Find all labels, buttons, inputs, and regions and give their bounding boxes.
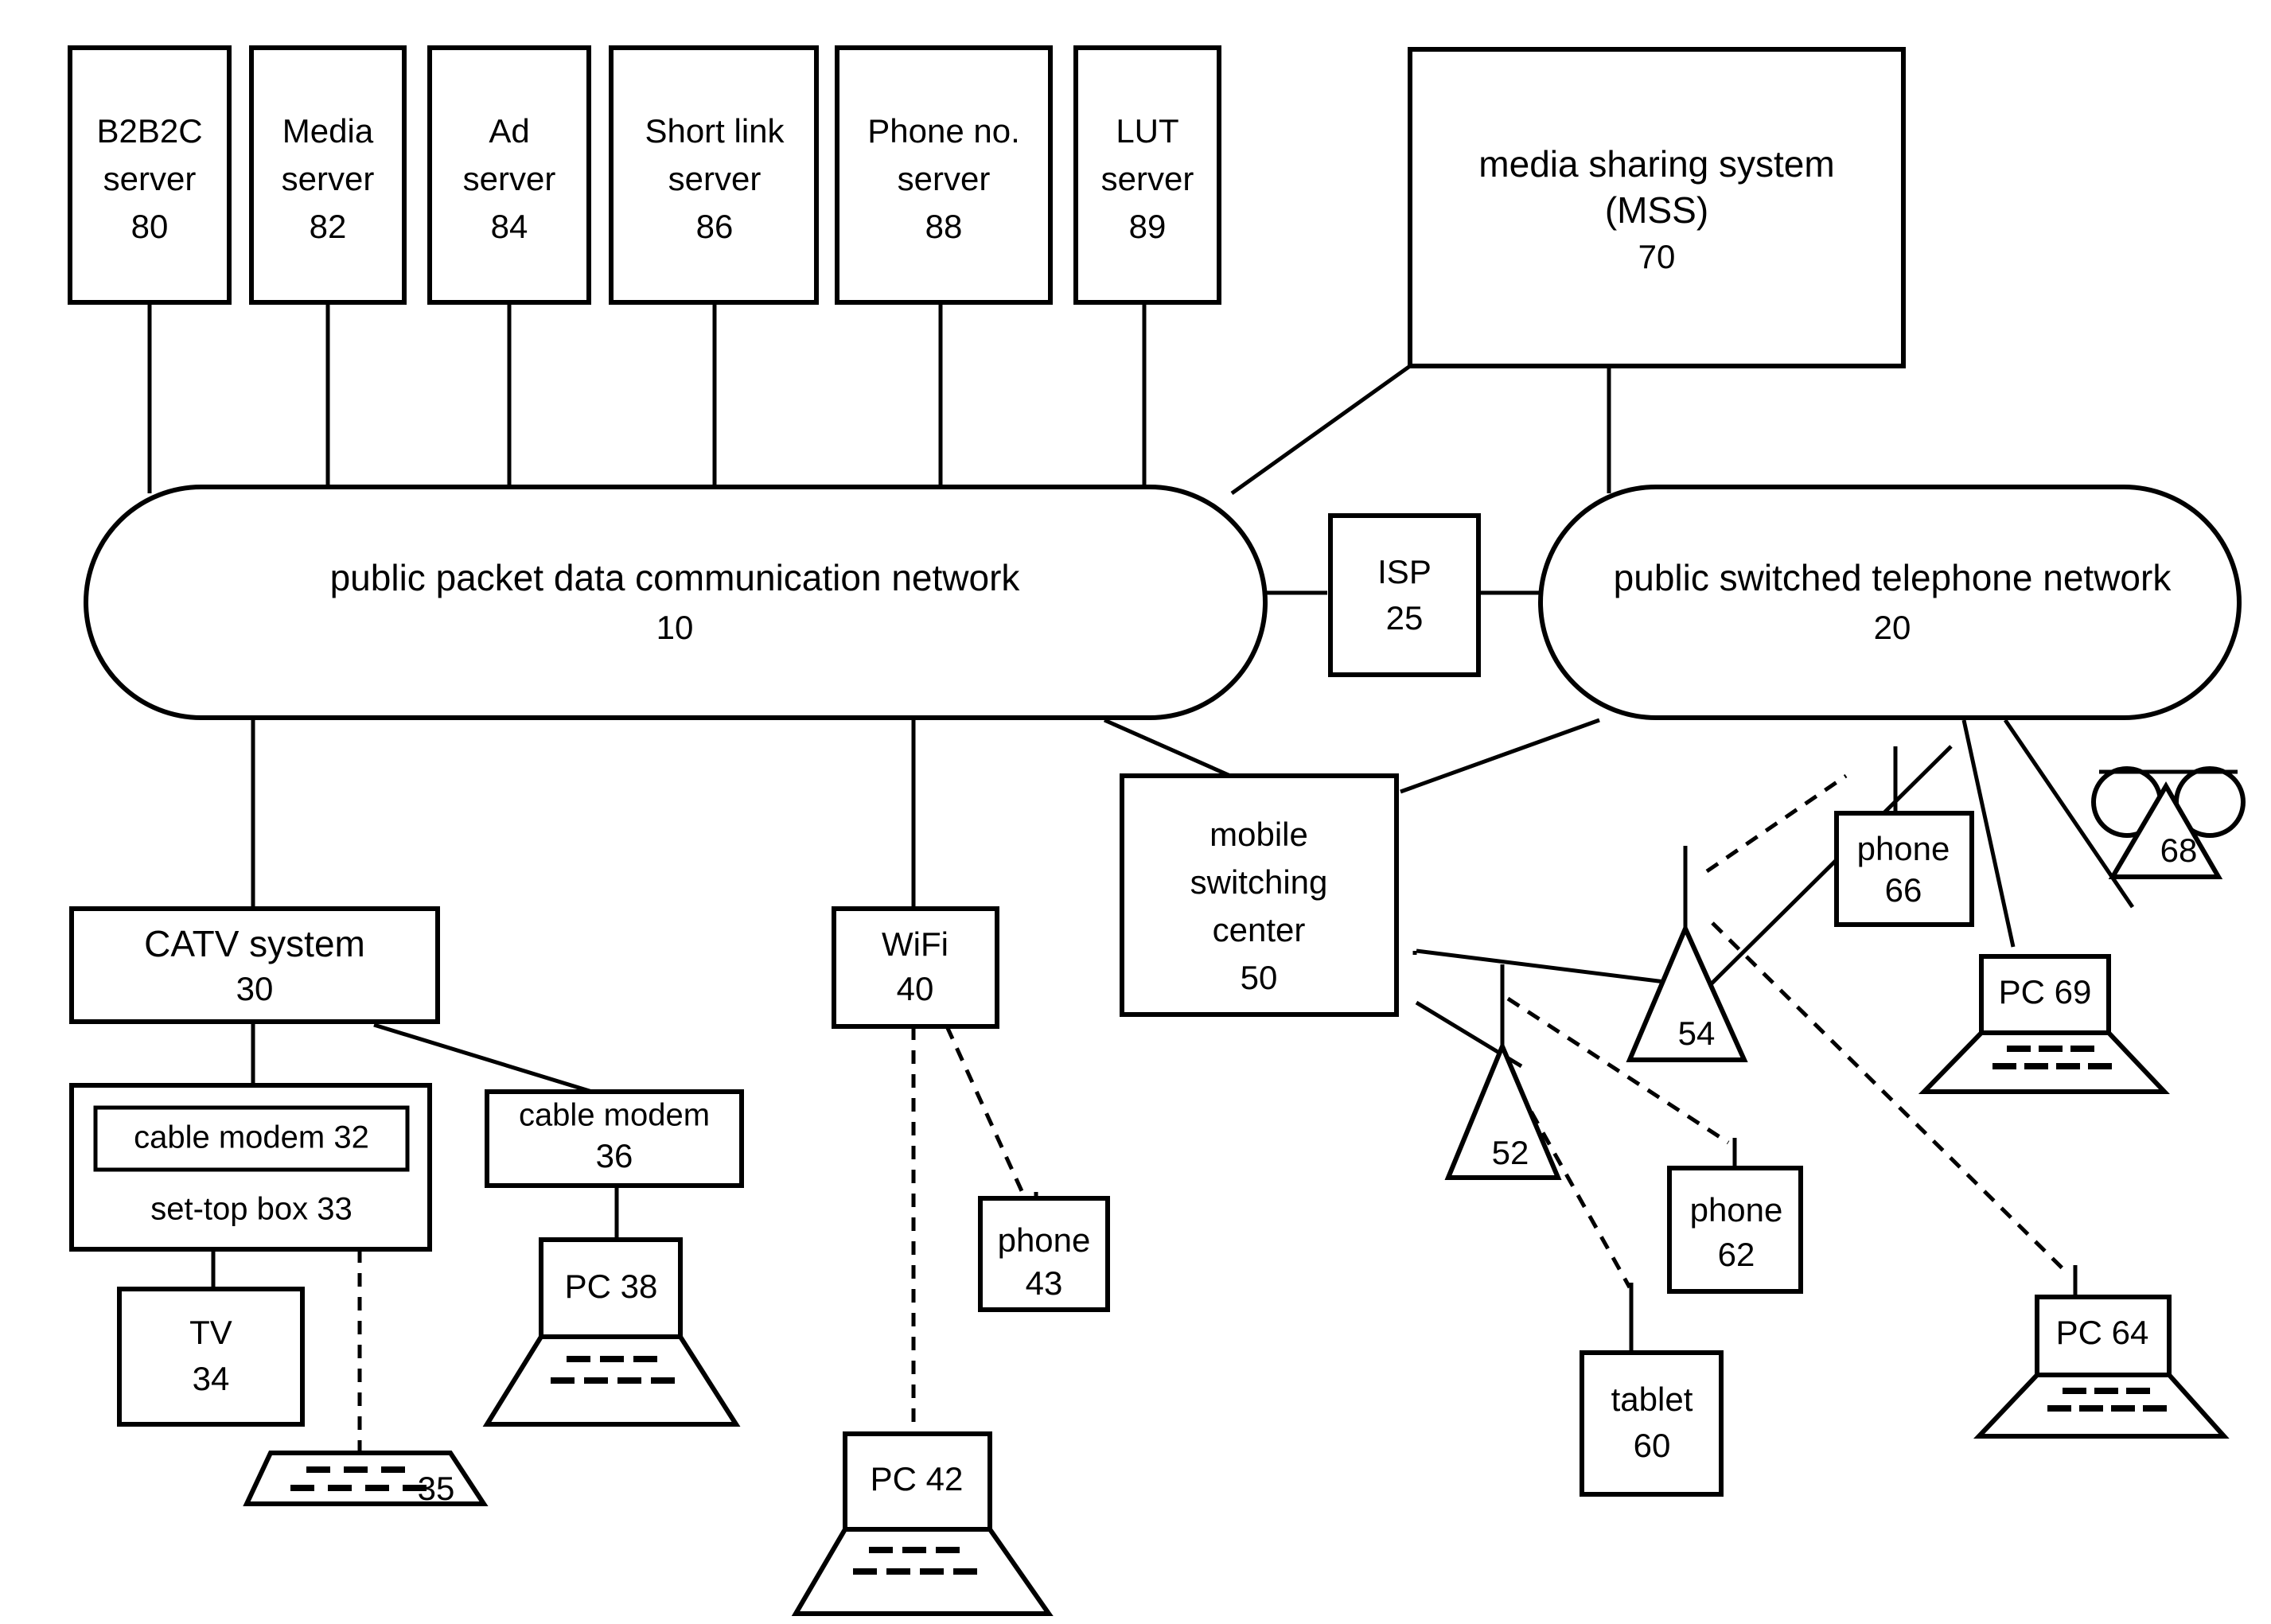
catv-num: 30	[236, 970, 274, 1007]
tv-34-box[interactable]: TV 34	[117, 1287, 305, 1427]
isp-num: 25	[1386, 599, 1424, 637]
set-top-box-33[interactable]: cable modem 32 set-top box 33	[69, 1083, 432, 1252]
cable-modem-36-num: 36	[596, 1137, 633, 1174]
tablet-60-line1: tablet	[1611, 1381, 1693, 1418]
phone-43-box[interactable]: phone 43	[978, 1192, 1110, 1312]
server-89-num: 89	[1129, 208, 1167, 245]
server-box-media[interactable]: Media server 82	[249, 45, 407, 305]
pc-42-label: PC 42	[871, 1460, 964, 1497]
pc-64-laptop[interactable]: PC 64	[1973, 1265, 2230, 1439]
server-88-line1: Phone no.	[867, 112, 1020, 150]
tv-34-line1: TV	[189, 1314, 232, 1351]
wifi-40-line1: WiFi	[882, 925, 949, 963]
server-89-line1: LUT	[1116, 112, 1178, 150]
isp-box[interactable]: ISP 25	[1328, 513, 1481, 677]
isp-label: ISP	[1377, 553, 1432, 590]
pc-64-label: PC 64	[2056, 1314, 2149, 1351]
link-msc-tower54-a	[1416, 948, 1704, 989]
mss-line1: media sharing system	[1478, 143, 1834, 185]
server-80-line2: server	[103, 160, 197, 197]
server-89-line2: server	[1101, 160, 1194, 197]
phone-66-line1: phone	[1857, 830, 1950, 867]
phone-62-box[interactable]: phone 62	[1667, 1138, 1803, 1294]
phone-62-line1: phone	[1690, 1191, 1783, 1229]
keyboard-35-num: 35	[418, 1470, 455, 1507]
server-80-num: 80	[131, 208, 169, 245]
phone-66-num: 66	[1885, 871, 1922, 909]
pc-69-laptop[interactable]: PC 69	[1918, 954, 2170, 1094]
mss-num: 70	[1638, 238, 1676, 275]
ppdcn-num: 10	[656, 609, 694, 646]
cell-tower-54[interactable]: 54	[1626, 846, 1748, 1062]
ppdcn-cloud[interactable]: public packet data communication network…	[84, 485, 1268, 720]
link-wifi-phone43	[945, 1025, 1029, 1203]
msc-num: 50	[1241, 959, 1278, 996]
tablet-60-num: 60	[1634, 1427, 1671, 1464]
pstn-num: 20	[1874, 609, 1911, 646]
phone-43-line1: phone	[998, 1221, 1091, 1259]
diagram-canvas: B2B2C server 80 Media server 82 Ad serve…	[0, 0, 2271, 1624]
server-82-num: 82	[310, 208, 347, 245]
msc-line3: center	[1213, 911, 1306, 948]
tv-34-num: 34	[193, 1360, 230, 1397]
server-88-line2: server	[898, 160, 991, 197]
server-86-line2: server	[668, 160, 762, 197]
pstn-cloud[interactable]: public switched telephone network 20	[1538, 485, 2242, 720]
pstn-label: public switched telephone network	[1614, 557, 2172, 598]
set-top-box-33-label: set-top box 33	[150, 1192, 353, 1227]
tower-54-num: 54	[1678, 1015, 1716, 1052]
keyboard-35[interactable]: 35	[243, 1451, 489, 1507]
cable-modem-36-line1: cable modem	[519, 1098, 710, 1133]
cable-modem-32-label: cable modem 32	[134, 1120, 369, 1155]
ppdcn-label: public packet data communication network	[330, 557, 1021, 598]
msc-line2: switching	[1190, 863, 1328, 901]
catv-label: CATV system	[144, 923, 365, 964]
server-86-line1: Short link	[645, 112, 785, 150]
server-box-shortlink[interactable]: Short link server 86	[609, 45, 819, 305]
link-pstn-msc	[1400, 718, 1600, 794]
mobile-switching-center-box[interactable]: mobile switching center 50	[1120, 773, 1399, 1017]
media-sharing-system-box[interactable]: media sharing system (MSS) 70	[1408, 47, 1906, 368]
server-86-num: 86	[696, 208, 734, 245]
pc-38-laptop[interactable]: PC 38	[482, 1237, 741, 1427]
phone-66-box[interactable]: phone 66	[1834, 746, 1974, 927]
pc-69-label: PC 69	[1999, 973, 2092, 1011]
phone-43-num: 43	[1026, 1264, 1063, 1302]
wifi-40-box[interactable]: WiFi 40	[832, 906, 999, 1029]
link-mss-ppdcn	[1230, 364, 1412, 496]
server-82-line2: server	[282, 160, 375, 197]
msc-line1: mobile	[1210, 816, 1308, 853]
antenna-68-num: 68	[2160, 831, 2198, 869]
cable-modem-36-box[interactable]: cable modem 36	[485, 1089, 744, 1188]
server-88-num: 88	[925, 208, 963, 245]
server-box-lut[interactable]: LUT server 89	[1073, 45, 1221, 305]
server-box-ad[interactable]: Ad server 84	[427, 45, 591, 305]
tablet-60-box[interactable]: tablet 60	[1580, 1283, 1724, 1497]
catv-system-box[interactable]: CATV system 30	[69, 906, 440, 1024]
cell-tower-52[interactable]: 52	[1444, 964, 1562, 1180]
server-84-line1: Ad	[489, 112, 529, 150]
tower-52-num: 52	[1492, 1134, 1529, 1171]
server-84-num: 84	[491, 208, 528, 245]
server-box-b2b2c[interactable]: B2B2C server 80	[68, 45, 232, 305]
mss-line2: (MSS)	[1605, 189, 1708, 231]
antenna-68[interactable]: 68	[2091, 766, 2246, 879]
server-box-phoneno[interactable]: Phone no. server 88	[835, 45, 1053, 305]
wifi-40-num: 40	[897, 970, 934, 1007]
server-80-line1: B2B2C	[96, 112, 202, 150]
server-82-line1: Media	[282, 112, 374, 150]
network-diagram-svg: B2B2C server 80 Media server 82 Ad serve…	[68, 45, 2246, 1616]
pc-38-label: PC 38	[565, 1268, 658, 1305]
link-tower54-phone66	[1705, 773, 1848, 874]
server-84-line2: server	[463, 160, 556, 197]
pc-42-laptop[interactable]: PC 42	[791, 1431, 1054, 1616]
phone-62-num: 62	[1718, 1236, 1755, 1273]
